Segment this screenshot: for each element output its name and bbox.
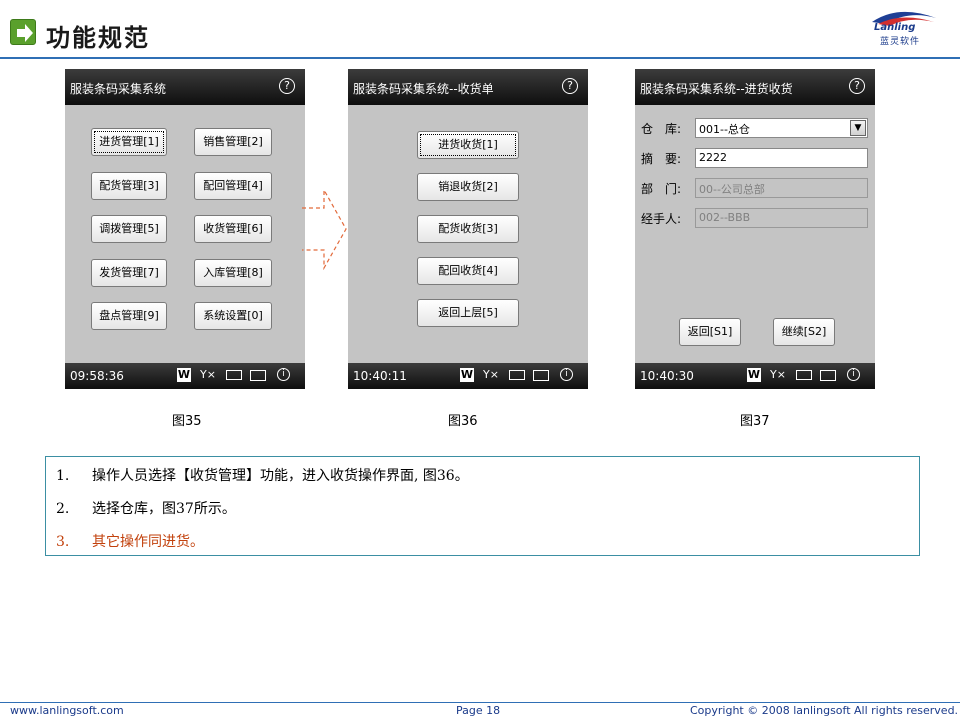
department-field: 00--公司总部 <box>695 178 868 198</box>
footer-divider <box>0 702 960 703</box>
screen-purchase-receiving: 服装条码采集系统--进货收货 ? 仓 库: 001--总仓 ▼ 摘 要: 222… <box>635 69 875 389</box>
handler-label: 经手人: <box>641 212 682 226</box>
notes-box: 1. 操作人员选择【收货管理】功能，进入收货操作界面, 图36。 2. 选择仓库，图… <box>45 456 920 556</box>
word-icon[interactable]: W <box>177 368 191 382</box>
footer-copyright: Copyright © 2008 lanlingsoft All rights … <box>690 704 959 717</box>
screen-receiving-menu: 服装条码采集系统--收货单 ? 进货收货[1] 销退收货[2] 配货收货[3] … <box>348 69 588 389</box>
menu-button-return[interactable]: 配回管理[4] <box>194 172 272 200</box>
logo-text: Lanling <box>874 22 916 33</box>
menu-button-purchase[interactable]: 进货管理[1] <box>91 128 167 156</box>
receiving-button-back[interactable]: 返回上层[5] <box>417 299 519 327</box>
summary-input[interactable]: 2222 <box>695 148 868 168</box>
menu-button-shipping[interactable]: 发货管理[7] <box>91 259 167 287</box>
page-title: 功能规范 <box>46 23 150 52</box>
department-label: 部 门: <box>641 182 682 196</box>
note-text: 选择仓库，图37所示。 <box>92 501 236 517</box>
figure-caption-36: 图36 <box>448 414 478 429</box>
keyboard-icon[interactable] <box>250 370 266 381</box>
warehouse-value: 001--总仓 <box>699 123 750 136</box>
note-number: 2. <box>56 501 70 517</box>
status-bar: 09:58:36 W Y× i <box>65 363 305 389</box>
receiving-button-purchase[interactable]: 进货收货[1] <box>417 131 519 159</box>
battery-icon[interactable] <box>226 370 242 380</box>
handler-field: 002--BBB <box>695 208 868 228</box>
logo-subtitle: 蓝灵软件 <box>880 37 921 47</box>
footer-page-number: Page 18 <box>456 704 501 717</box>
warehouse-select[interactable]: 001--总仓 ▼ <box>695 118 868 138</box>
receiving-button-distribution[interactable]: 配货收货[3] <box>417 215 519 243</box>
callout-arrow-icon <box>302 188 347 270</box>
note-number: 1. <box>56 468 70 484</box>
screen-title: 服装条码采集系统--收货单 <box>348 69 588 105</box>
screen-title: 服装条码采集系统 <box>65 69 305 105</box>
back-button[interactable]: 返回[S1] <box>679 318 741 346</box>
info-icon[interactable]: i <box>560 368 573 381</box>
figure-caption-37: 图37 <box>740 414 770 429</box>
screen-title: 服装条码采集系统--进货收货 <box>635 69 875 105</box>
signal-icon[interactable]: Y× <box>482 368 500 382</box>
battery-icon[interactable] <box>796 370 812 380</box>
header-divider <box>0 57 960 59</box>
menu-button-warehousing[interactable]: 入库管理[8] <box>194 259 272 287</box>
summary-label: 摘 要: <box>641 152 682 166</box>
info-icon[interactable]: i <box>277 368 290 381</box>
menu-button-settings[interactable]: 系统设置[0] <box>194 302 272 330</box>
status-time: 10:40:30 <box>640 369 694 383</box>
note-item: 1. 操作人员选择【收货管理】功能，进入收货操作界面, 图36。 <box>56 465 469 485</box>
signal-icon[interactable]: Y× <box>199 368 217 382</box>
keyboard-icon[interactable] <box>820 370 836 381</box>
status-time: 10:40:11 <box>353 369 407 383</box>
signal-icon[interactable]: Y× <box>769 368 787 382</box>
footer-website[interactable]: www.lanlingsoft.com <box>10 704 124 717</box>
figure-caption-35: 图35 <box>172 414 202 429</box>
word-icon[interactable]: W <box>460 368 474 382</box>
receiving-button-return[interactable]: 配回收货[4] <box>417 257 519 285</box>
word-icon[interactable]: W <box>747 368 761 382</box>
menu-button-transfer[interactable]: 调拨管理[5] <box>91 215 167 243</box>
help-icon[interactable]: ? <box>279 78 295 94</box>
status-time: 09:58:36 <box>70 369 124 383</box>
note-item: 2. 选择仓库，图37所示。 <box>56 498 236 518</box>
warehouse-label: 仓 库: <box>641 122 682 136</box>
continue-button[interactable]: 继续[S2] <box>773 318 835 346</box>
screen-main-menu: 服装条码采集系统 ? 进货管理[1] 销售管理[2] 配货管理[3] 配回管理[… <box>65 69 305 389</box>
status-bar: 10:40:11 W Y× i <box>348 363 588 389</box>
menu-button-distribution[interactable]: 配货管理[3] <box>91 172 167 200</box>
note-item: 3. 其它操作同进货。 <box>56 531 204 551</box>
receiving-button-sales-return[interactable]: 销退收货[2] <box>417 173 519 201</box>
help-icon[interactable]: ? <box>849 78 865 94</box>
menu-button-sales[interactable]: 销售管理[2] <box>194 128 272 156</box>
help-icon[interactable]: ? <box>562 78 578 94</box>
note-text: 操作人员选择【收货管理】功能，进入收货操作界面, 图36。 <box>92 468 469 484</box>
info-icon[interactable]: i <box>847 368 860 381</box>
note-text: 其它操作同进货。 <box>92 534 204 550</box>
header-arrow-icon <box>10 19 36 45</box>
keyboard-icon[interactable] <box>533 370 549 381</box>
status-bar: 10:40:30 W Y× i <box>635 363 875 389</box>
chevron-down-icon[interactable]: ▼ <box>850 120 866 136</box>
menu-button-receiving[interactable]: 收货管理[6] <box>194 215 272 243</box>
battery-icon[interactable] <box>509 370 525 380</box>
menu-button-inventory[interactable]: 盘点管理[9] <box>91 302 167 330</box>
note-number: 3. <box>56 534 70 550</box>
